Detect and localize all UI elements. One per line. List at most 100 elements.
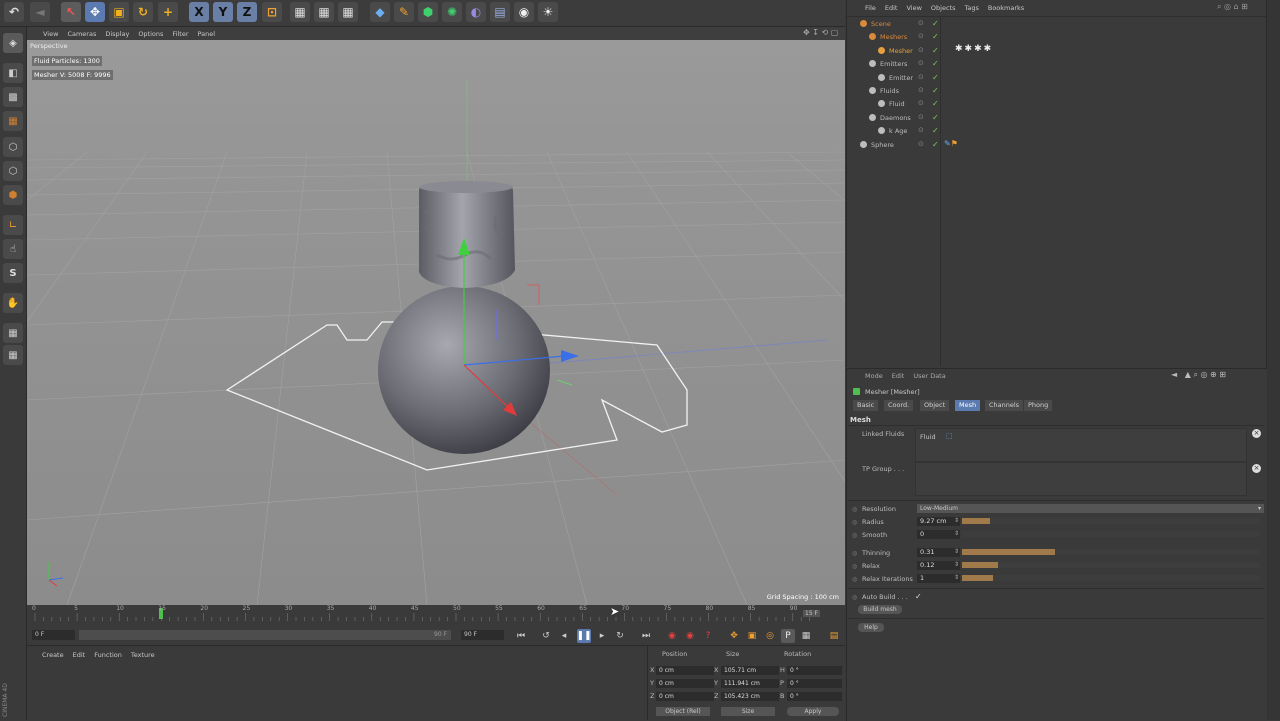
enable-check-icon[interactable]: ✓ [932, 46, 939, 55]
object-row[interactable]: Fluids ⊙ ✓ [848, 85, 1268, 98]
render-settings-icon[interactable]: ▦ [338, 2, 358, 22]
tweak-mode-icon[interactable]: ☝ [3, 239, 23, 259]
timeline-window-icon[interactable]: ▤ [827, 629, 841, 643]
object-row[interactable]: Emitter ⊙ ✓ [848, 72, 1268, 85]
linked-fluids-clear-icon[interactable]: × [1252, 429, 1261, 438]
render-view-icon[interactable]: ▦ [290, 2, 310, 22]
timeline-ruler[interactable] [27, 605, 845, 627]
pos-x-field[interactable]: 0 cm [656, 666, 714, 675]
visibility-dots-icon[interactable]: ⊙ [918, 126, 924, 134]
make-editable-icon[interactable]: ◈ [3, 33, 23, 53]
param-slider[interactable] [962, 562, 1260, 568]
key-position-icon[interactable]: ✥ [727, 629, 741, 643]
visibility-dots-icon[interactable]: ⊙ [918, 73, 924, 81]
om-menu-bookmarks[interactable]: Bookmarks [988, 4, 1024, 12]
deformer-icon[interactable]: ◐ [466, 2, 486, 22]
object-row[interactable]: Sphere ⊙ ✓ [848, 139, 1268, 152]
om-header-icons[interactable]: ⌕ ◎ ⌂ ⊞ [1217, 2, 1248, 12]
mat-menu-edit[interactable]: Edit [73, 651, 86, 659]
enable-check-icon[interactable]: ✓ [932, 19, 939, 28]
keyframe-selection-icon[interactable]: ? [701, 629, 715, 643]
param-slider[interactable] [962, 518, 1260, 524]
tab-object[interactable]: Object [920, 400, 950, 411]
om-menu-file[interactable]: File [865, 4, 876, 12]
visibility-dots-icon[interactable]: ⊙ [918, 32, 924, 40]
param-stepper-icon[interactable]: ⇕ [954, 574, 959, 581]
workplane-icon[interactable]: ▦ [3, 111, 23, 131]
object-row[interactable]: Daemons ⊙ ✓ [848, 112, 1268, 125]
rotate-icon[interactable]: ↻ [133, 2, 153, 22]
y-axis-icon[interactable]: Y [213, 2, 233, 22]
param-slider[interactable] [962, 575, 1260, 581]
enable-check-icon[interactable]: ✓ [932, 32, 939, 41]
visibility-dots-icon[interactable]: ⊙ [918, 19, 924, 27]
record-icon[interactable]: ◉ [665, 629, 679, 643]
resolution-select[interactable]: Low-Medium ▾ [917, 504, 1264, 513]
help-button[interactable]: Help [858, 623, 884, 632]
pause-icon[interactable]: ❚❚ [576, 629, 592, 643]
mesher-object[interactable] [419, 181, 515, 288]
live-select-icon[interactable]: ↖ [61, 2, 81, 22]
tp-group-clear-icon[interactable]: × [1252, 464, 1261, 473]
enable-check-icon[interactable]: ✓ [932, 113, 939, 122]
enable-check-icon[interactable]: ✓ [932, 99, 939, 108]
enable-check-icon[interactable]: ✓ [932, 59, 939, 68]
subdivision-icon[interactable]: ⬢ [418, 2, 438, 22]
key-param-icon[interactable]: P [781, 629, 795, 643]
build-mesh-button[interactable]: Build mesh [858, 605, 902, 614]
lock-icon[interactable]: ▦ [3, 345, 23, 365]
enable-check-icon[interactable]: ✓ [932, 126, 939, 135]
model-mode-icon[interactable]: ◧ [3, 63, 23, 83]
param-slider[interactable] [962, 549, 1260, 555]
mat-menu-function[interactable]: Function [94, 651, 122, 659]
step-back-icon[interactable]: ↺ [539, 629, 553, 643]
pen-icon[interactable]: ✎ [394, 2, 414, 22]
enable-check-icon[interactable]: ✓ [932, 86, 939, 95]
am-menu-mode[interactable]: Mode [865, 372, 883, 380]
menu-filter[interactable]: Filter [172, 30, 188, 38]
floor-icon[interactable]: ▤ [490, 2, 510, 22]
visibility-dots-icon[interactable]: ⊙ [918, 46, 924, 54]
render-picture-viewer-icon[interactable]: ▦ [314, 2, 334, 22]
pos-z-field[interactable]: 0 cm [656, 692, 714, 701]
visibility-dots-icon[interactable]: ⊙ [918, 113, 924, 121]
timeline[interactable]: 0 5 10 15 20 25 30 35 40 45 50 55 60 65 70 75 80 85 90 15 … [27, 605, 845, 627]
om-menu-tags[interactable]: Tags [964, 4, 978, 12]
go-to-end-icon[interactable]: ⏭ [639, 629, 653, 643]
array-icon[interactable]: ✺ [442, 2, 462, 22]
tab-channels[interactable]: Channels [985, 400, 1024, 411]
am-nav-icons[interactable]: ◄ ▲ ⌕ ◎ ⊕ ⊞ [1171, 370, 1226, 380]
size-y-field[interactable]: 111.941 cm [721, 679, 779, 688]
size-z-field[interactable]: 105.423 cm [721, 692, 779, 701]
object-row[interactable]: Emitters ⊙ ✓ [848, 58, 1268, 71]
viewport[interactable]: Perspective Fluid Particles: 1300 Mesher… [27, 40, 845, 605]
undo-icon[interactable]: ↶ [4, 2, 24, 22]
object-row[interactable]: Mesher ⊙ ✓ [848, 45, 1268, 58]
camera-icon[interactable]: ◉ [514, 2, 534, 22]
mat-menu-texture[interactable]: Texture [131, 651, 155, 659]
move-icon[interactable]: ✥ [85, 2, 105, 22]
mesher-tags[interactable]: ✱✱✱✱ [955, 44, 993, 54]
linked-fluid-item[interactable]: Fluid [920, 433, 936, 441]
visibility-dots-icon[interactable]: ⊙ [918, 99, 924, 107]
add-icon[interactable]: + [158, 2, 178, 22]
mat-menu-create[interactable]: Create [42, 651, 64, 659]
enable-check-icon[interactable]: ✓ [932, 73, 939, 82]
magnet-icon[interactable]: ✋ [3, 293, 23, 313]
linked-fluids-list[interactable]: Fluid ⬚ [915, 428, 1247, 462]
coord-size-select[interactable]: Size [721, 707, 775, 716]
auto-build-checkbox[interactable]: ✓ [915, 592, 922, 601]
step-forward-icon[interactable]: ↻ [613, 629, 627, 643]
rot-h-field[interactable]: 0 ° [787, 666, 842, 675]
pos-y-field[interactable]: 0 cm [656, 679, 714, 688]
am-menu-userdata[interactable]: User Data [913, 372, 945, 380]
light-icon[interactable]: ☀ [538, 2, 558, 22]
tab-basic[interactable]: Basic [853, 400, 879, 411]
coord-apply-button[interactable]: Apply [787, 707, 839, 716]
menu-cameras[interactable]: Cameras [67, 30, 96, 38]
om-menu-view[interactable]: View [906, 4, 921, 12]
tab-phong[interactable]: Phong [1024, 400, 1053, 411]
size-x-field[interactable]: 105.71 cm [721, 666, 779, 675]
param-slider[interactable] [962, 531, 1260, 537]
snap-icon[interactable]: S [3, 263, 23, 283]
